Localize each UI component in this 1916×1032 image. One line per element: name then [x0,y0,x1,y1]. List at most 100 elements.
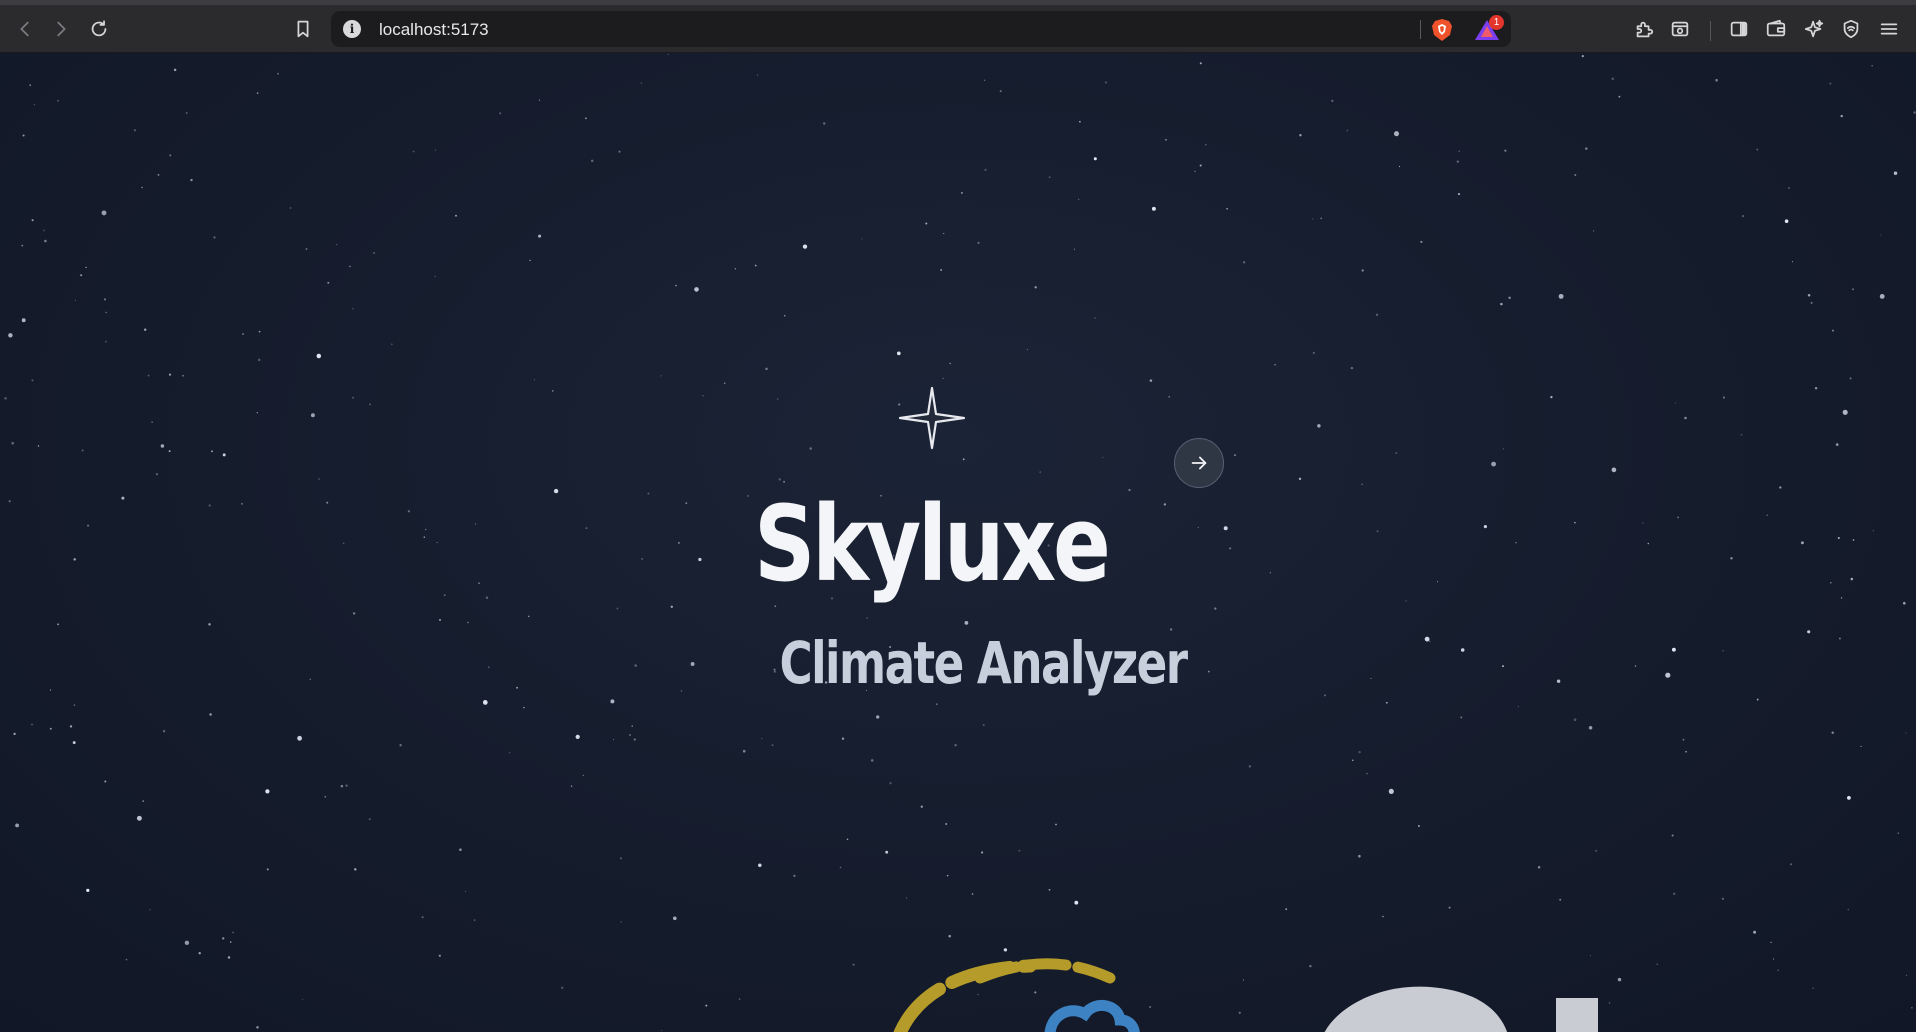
star-dot [964,621,969,625]
star-dot [1766,514,1768,517]
star-dot [841,737,845,740]
star-dot [1559,898,1562,901]
star-dot [1860,745,1862,748]
extensions-icon[interactable] [1631,16,1657,42]
star-dot [758,863,762,868]
star-dot [1849,377,1852,380]
site-info-icon[interactable]: i [343,20,361,38]
star-dot [85,266,87,269]
star-dot [340,784,344,788]
reload-icon[interactable] [86,16,112,42]
star-dot [310,413,315,418]
star-dot [222,937,225,940]
star-dot [802,244,808,249]
brave-shields-icon[interactable] [1431,18,1453,42]
star-dot [1460,716,1463,719]
star-dot [946,874,949,877]
star-dot [1350,366,1354,370]
star-dot [619,857,623,860]
star-dot [227,956,231,959]
sparkle-star-icon [898,386,966,450]
star-dot [570,785,573,787]
star-dot [324,795,327,798]
star-dot [168,450,171,453]
star-dot [960,191,963,194]
splash-page: Skyluxe Climate Analyzer [0,53,1916,1032]
star-dot [1199,164,1202,167]
star-dot [1800,541,1804,545]
star-dot [771,744,774,747]
star-dot [977,241,980,244]
star-dot [147,374,150,377]
star-dot [141,186,143,189]
star-dot [1102,456,1104,458]
star-dot [1730,557,1733,560]
star-dot [852,963,855,966]
star-dot [352,308,354,310]
star-dot [421,916,424,919]
leo-ai-icon[interactable] [1801,16,1827,42]
star-dot [368,817,371,821]
star-dot [184,940,190,946]
forward-icon[interactable] [48,16,74,42]
star-dot [809,447,812,450]
address-bar[interactable]: i localhost:5173 1 [331,11,1511,47]
sidebar-icon[interactable] [1726,16,1752,42]
star-dot [104,780,107,783]
star-dot [1585,147,1588,150]
star-dot [473,919,476,921]
wallet-icon[interactable] [1763,16,1789,42]
star-dot [694,287,699,292]
star-dot [125,958,128,961]
brave-rewards-icon[interactable]: 1 [1474,15,1504,42]
star-dot [778,478,782,481]
menu-icon[interactable] [1876,16,1902,42]
star-dot [222,453,226,457]
star-dot [1835,443,1839,446]
star-dot [776,398,779,400]
back-icon[interactable] [12,16,38,42]
star-dot [610,699,615,704]
star-dot [1840,597,1843,599]
star-dot [1274,363,1276,366]
star-dot [465,890,467,892]
star-dot [327,281,330,284]
star-dot [4,397,7,400]
star-dot [1740,433,1743,436]
star-dot [582,774,584,777]
star-dot [1872,529,1875,532]
star-dot [1317,424,1321,428]
star-dot [302,998,304,1000]
star-dot [1595,849,1598,852]
app-subtitle: Climate Analyzer [779,629,1188,697]
star-dot [1589,955,1591,957]
star-dot [1285,908,1288,911]
star-dot [349,265,351,268]
star-dot [1149,379,1153,382]
address-divider [1420,20,1421,39]
star-dot [305,248,308,250]
star-dot [945,823,948,825]
star-dot [1242,261,1246,264]
star-dot [1073,248,1076,250]
vpn-icon[interactable] [1838,16,1864,42]
star-dot [590,159,594,163]
star-dot [660,375,662,377]
weather-logo-partial [893,958,1140,1032]
star-dot [1831,731,1834,734]
star-dot [1838,637,1841,640]
star-dot [616,607,619,610]
star-dot [523,706,525,709]
star-dot [905,897,908,899]
star-dot [1770,941,1772,944]
star-dot [33,104,35,106]
star-dot [256,412,258,414]
bookmark-icon[interactable] [290,16,316,42]
star-dot [31,219,34,222]
star-dot [1847,908,1849,911]
star-dot [155,473,158,476]
star-dot [277,72,279,75]
star-dot [1026,348,1029,351]
next-button[interactable] [1174,438,1224,488]
reader-mode-icon[interactable] [1667,16,1693,42]
